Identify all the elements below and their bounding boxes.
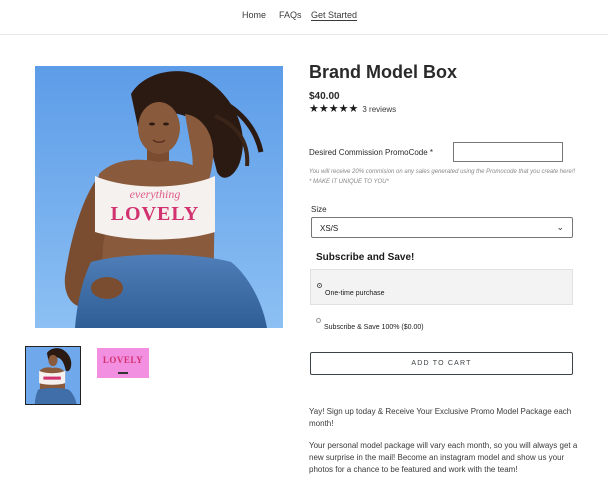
thumbnail-logo-bar [118,372,128,374]
promo-code-input[interactable] [453,142,563,162]
description-paragraph-2: Your personal model package will vary ea… [309,441,578,474]
nav-faqs-link[interactable]: FAQs [279,10,302,20]
star-icon: ★ [328,103,339,115]
thumbnail-logo-text: LOVELY [102,355,144,365]
add-to-cart-button[interactable]: ADD TO CART [310,352,573,375]
size-selected-value: XS/S [320,224,339,233]
thumbnail-photo [26,347,80,404]
nav-get-started-link[interactable]: Get Started [311,10,357,20]
top-nav: Home FAQs Get Started [0,0,608,35]
subscribe-heading: Subscribe and Save! [316,252,415,263]
radio-one-time[interactable] [317,283,322,288]
shirt-main-text: LOVELY [111,203,200,225]
option-one-time-purchase[interactable]: One-time purchase [310,269,573,305]
product-photo: everything LOVELY [35,66,283,328]
size-select[interactable]: XS/S ⌄ [311,217,573,238]
shirt-top-text: everything [130,187,181,201]
star-icon: ★ [318,103,329,115]
option-subscribe-label: Subscribe & Save 100% ($0.00) [324,324,424,331]
radio-subscribe[interactable] [316,318,321,323]
reviews-count[interactable]: 3 reviews [362,105,396,114]
description-paragraph-1: Yay! Sign up today & Receive Your Exclus… [309,407,572,428]
option-subscribe-save[interactable]: Subscribe & Save 100% ($0.00) [310,314,573,336]
product-title: Brand Model Box [309,62,458,82]
star-icon: ★ [309,103,319,115]
thumbnail-model-photo[interactable] [25,346,81,405]
product-price: $40.00 [309,91,340,102]
nav-home-link[interactable]: Home [242,10,266,20]
chevron-down-icon: ⌄ [556,222,564,232]
promo-code-label: Desired Commission PromoCode * [309,148,434,157]
thumbnail-lovely-logo[interactable]: LOVELY [97,348,149,378]
size-label: Size [311,205,327,214]
rating-stars[interactable]: ★ ★ ★ ★ ★ 3 reviews [309,103,396,115]
star-icon: ★ [338,103,349,115]
product-main-image[interactable]: everything LOVELY [35,66,283,328]
star-icon: ★ [348,103,359,115]
option-one-time-label: One-time purchase [325,290,385,297]
promo-helper-text: You will receive 20% commision on any sa… [309,169,576,185]
